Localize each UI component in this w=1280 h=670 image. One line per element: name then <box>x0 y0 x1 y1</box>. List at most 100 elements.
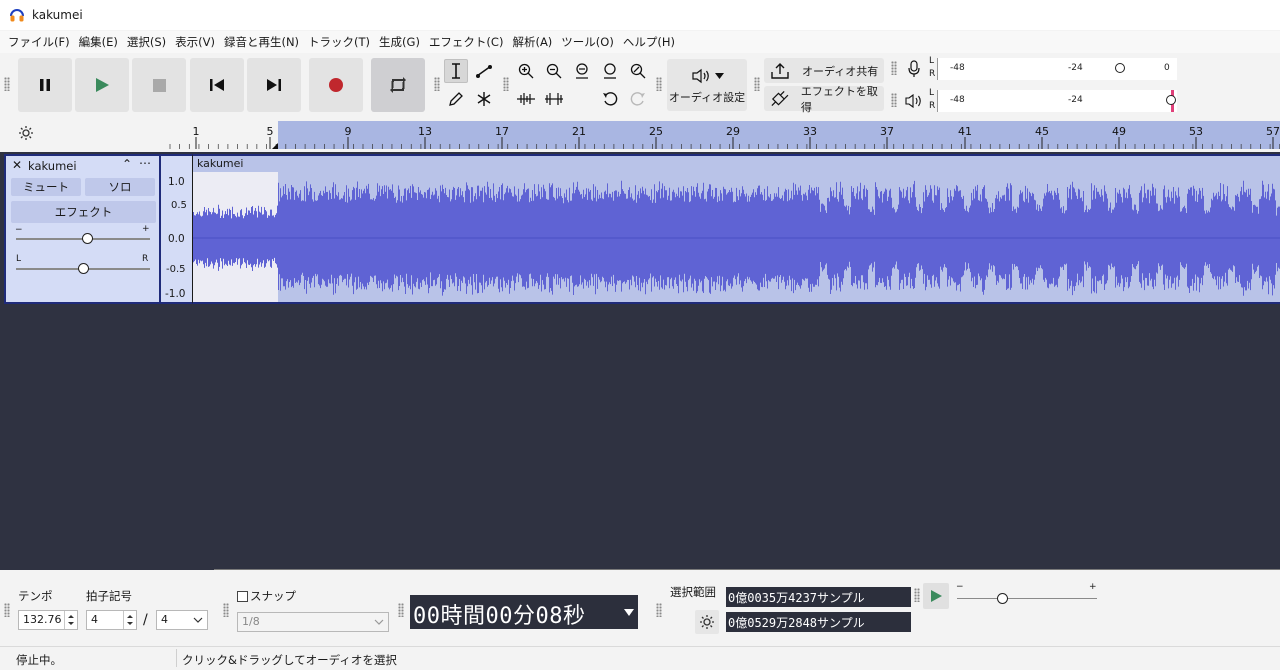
time-sig-separator: / <box>143 612 148 628</box>
loop-icon <box>390 77 406 93</box>
gear-icon <box>19 126 33 140</box>
tools-grip[interactable] <box>434 77 440 91</box>
record-volume-knob[interactable] <box>1115 63 1125 73</box>
menu-generate[interactable]: 生成(G) <box>375 34 424 50</box>
play-speed-slider-knob[interactable] <box>997 593 1008 604</box>
fit-selection-button[interactable] <box>570 59 594 83</box>
silence-button[interactable] <box>542 87 566 111</box>
stop-button[interactable] <box>132 58 186 112</box>
zoom-toggle-button[interactable] <box>626 59 650 83</box>
ruler-tick-label: 45 <box>1035 125 1049 138</box>
amplitude-ruler[interactable]: 1.0 0.5 0.0 -0.5 -1.0 <box>161 154 193 304</box>
play-volume-knob[interactable] <box>1166 95 1176 105</box>
draw-tool-button[interactable] <box>444 87 468 111</box>
edit-grip[interactable] <box>503 77 509 91</box>
menu-file[interactable]: ファイル(F) <box>4 34 74 50</box>
close-track-icon[interactable]: ✕ <box>12 158 22 172</box>
redo-button[interactable] <box>626 87 650 111</box>
snap-select[interactable]: 1/8 <box>237 612 389 632</box>
track-name[interactable]: kakumei <box>28 159 77 173</box>
snap-checkbox[interactable] <box>237 591 248 602</box>
time-grip[interactable] <box>398 603 404 617</box>
audio-clip[interactable]: kakumei <box>193 154 1280 304</box>
asterisk-icon <box>477 92 491 106</box>
gain-slider-knob[interactable] <box>82 233 93 244</box>
selection-end-display[interactable]: 0億0529万2848サンプル <box>726 612 911 632</box>
collapse-track-icon[interactable]: ⌃ <box>122 157 132 171</box>
get-effects-button[interactable]: エフェクトを取得 <box>764 85 884 114</box>
record-button[interactable] <box>309 58 363 112</box>
play-meter-grip[interactable] <box>891 93 897 107</box>
pause-button[interactable] <box>18 58 72 112</box>
effects-button[interactable]: エフェクト <box>11 201 156 223</box>
play-meter-tick-24: -24 <box>1068 95 1083 105</box>
timeline-settings-button[interactable] <box>14 121 38 145</box>
ruler-tick-label: 9 <box>345 125 352 138</box>
speaker-icon <box>691 68 709 84</box>
zoom-in-button[interactable] <box>514 59 538 83</box>
selection-tool-button[interactable] <box>444 59 468 83</box>
snap-grip[interactable] <box>223 603 229 617</box>
selection-start-display[interactable]: 0億0035万4237サンプル <box>726 587 911 607</box>
menu-view[interactable]: 表示(V) <box>171 34 219 50</box>
play-at-speed-button[interactable] <box>923 583 949 609</box>
pan-slider-knob[interactable] <box>78 263 89 274</box>
time-sig-numerator: 4 <box>91 613 98 626</box>
play-meter-button[interactable] <box>902 89 926 113</box>
selection-settings-button[interactable] <box>695 610 719 634</box>
menu-select[interactable]: 選択(S) <box>123 34 170 50</box>
play-speed-slider-track[interactable] <box>957 598 1097 599</box>
share-grip[interactable] <box>754 77 760 91</box>
track-control-panel[interactable]: ✕ kakumei ⌃ ⋯ ミュート ソロ エフェクト − + L R <box>4 154 161 304</box>
share-audio-button[interactable]: オーディオ共有 <box>764 58 884 83</box>
playhead-marker[interactable] <box>272 143 278 149</box>
tempo-input[interactable]: 132.76 <box>18 610 78 630</box>
skip-to-start-button[interactable] <box>190 58 244 112</box>
menu-help[interactable]: ヘルプ(H) <box>619 34 679 50</box>
selection-grip[interactable] <box>656 603 662 617</box>
undo-button[interactable] <box>598 87 622 111</box>
trim-button[interactable] <box>514 87 538 111</box>
clip-header[interactable]: kakumei <box>193 156 1280 172</box>
waveform <box>193 180 1280 296</box>
menu-transport[interactable]: 録音と再生(N) <box>220 34 303 50</box>
play-at-speed-grip[interactable] <box>914 588 920 602</box>
envelope-tool-button[interactable] <box>472 59 496 83</box>
audio-setup-grip[interactable] <box>656 77 662 91</box>
play-meter-bar[interactable]: -48 -24 <box>937 90 1177 112</box>
bottom-toolbar: テンポ 132.76 拍子記号 4 / 4 スナップ 1/8 00時間00分08… <box>0 570 1280 646</box>
menu-edit[interactable]: 編集(E) <box>75 34 122 50</box>
pan-left-label: L <box>16 254 22 264</box>
time-display[interactable]: 00時間00分08秒 <box>410 595 638 629</box>
zoom-out-button[interactable] <box>542 59 566 83</box>
time-sig-grip[interactable] <box>4 603 10 617</box>
time-sig-numerator-input[interactable]: 4 <box>86 610 137 630</box>
numerator-spin-arrows[interactable] <box>123 611 136 629</box>
menu-effect[interactable]: エフェクト(C) <box>425 34 508 50</box>
record-meter-button[interactable] <box>902 57 926 81</box>
record-meter-bar[interactable]: -48 -24 0 <box>937 58 1177 80</box>
menu-tools[interactable]: ツール(O) <box>557 34 618 50</box>
mute-button[interactable]: ミュート <box>11 178 81 196</box>
multi-tool-button[interactable] <box>472 87 496 111</box>
pan-right-label: R <box>142 254 149 264</box>
audio-setup-button[interactable]: オーディオ設定 <box>667 59 747 111</box>
tempo-spin-arrows[interactable] <box>64 611 77 629</box>
pause-icon <box>40 79 50 91</box>
solo-button[interactable]: ソロ <box>85 178 155 196</box>
menu-analyze[interactable]: 解析(A) <box>508 34 556 50</box>
record-meter-grip[interactable] <box>891 61 897 75</box>
skip-start-icon <box>210 79 224 91</box>
toolbar-grip[interactable] <box>4 77 10 91</box>
track-area[interactable]: ✕ kakumei ⌃ ⋯ ミュート ソロ エフェクト − + L R 1.0 … <box>0 152 1280 570</box>
loop-button[interactable] <box>371 58 425 112</box>
menu-tracks[interactable]: トラック(T) <box>304 34 374 50</box>
play-button[interactable] <box>75 58 129 112</box>
fit-project-button[interactable] <box>598 59 622 83</box>
microphone-icon <box>908 60 920 77</box>
track-menu-icon[interactable]: ⋯ <box>139 156 151 170</box>
dropdown-arrow-icon[interactable] <box>624 609 634 616</box>
time-sig-denominator-select[interactable]: 4 <box>156 610 208 630</box>
skip-to-end-button[interactable] <box>247 58 301 112</box>
amp-label-minus-1: -1.0 <box>165 288 186 300</box>
